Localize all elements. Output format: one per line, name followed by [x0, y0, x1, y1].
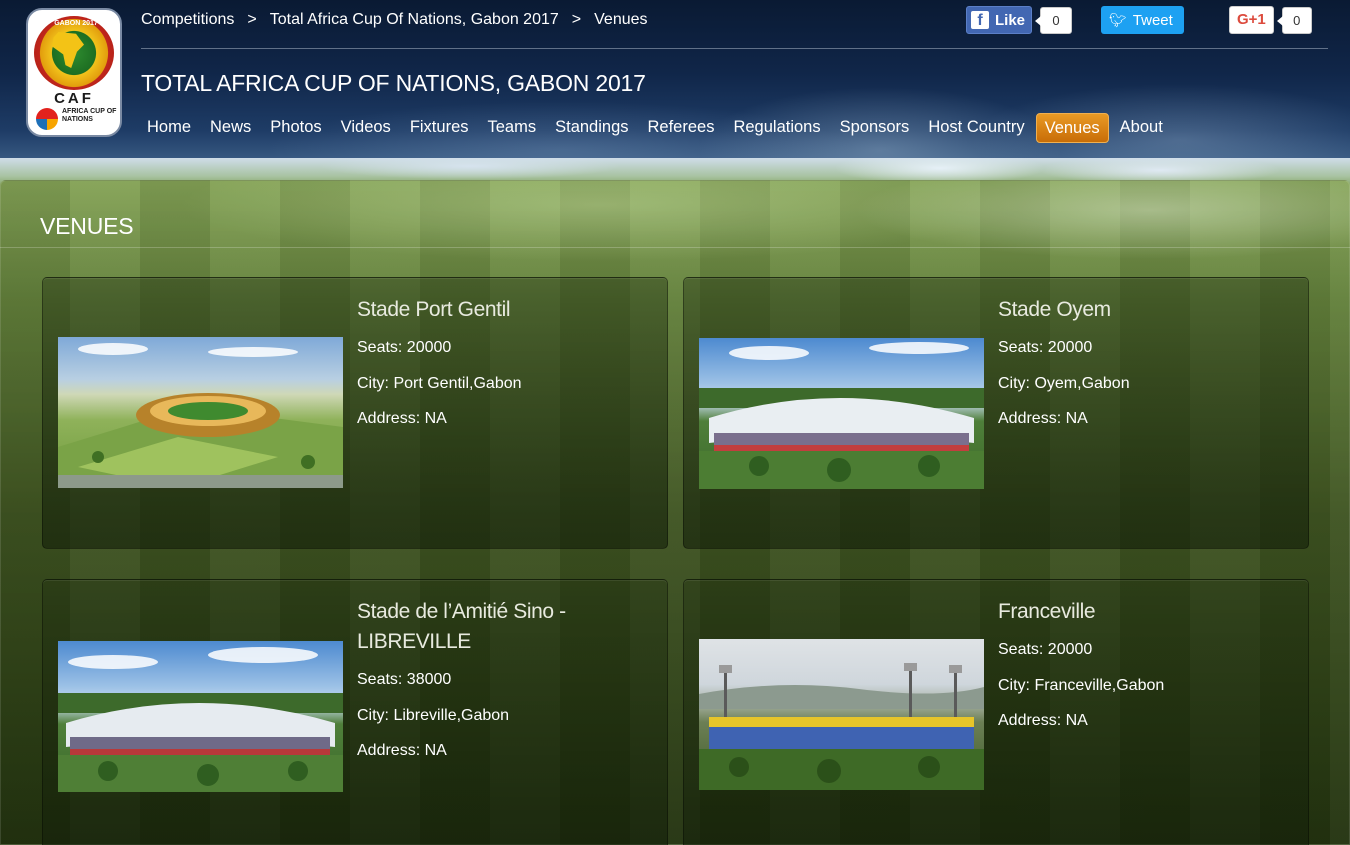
nav-about[interactable]: About	[1112, 113, 1171, 143]
nav-sponsors[interactable]: Sponsors	[832, 113, 918, 143]
venue-photo[interactable]	[699, 639, 984, 790]
breadcrumb: Competitions > Total Africa Cup Of Natio…	[141, 10, 648, 30]
site-header: GABON 2017 CAF AFRICA CUP OF NATIONS Com…	[0, 0, 1350, 163]
twitter-tweet: 🐦︎ Tweet	[1101, 6, 1184, 34]
breadcrumb-venues[interactable]: Venues	[594, 11, 647, 29]
header-divider	[141, 48, 1328, 49]
facebook-like-button[interactable]: f Like	[966, 6, 1033, 34]
logo-subtitle: AFRICA CUP OF NATIONS	[62, 108, 117, 123]
facebook-like-count: 0	[1035, 6, 1073, 34]
venue-photo[interactable]	[58, 337, 343, 488]
section-divider	[0, 247, 1350, 248]
nav-fixtures[interactable]: Fixtures	[402, 113, 477, 143]
venue-card[interactable]: Stade Oyem Seats: 20000 City: Oyem,Gabon…	[683, 277, 1309, 549]
venue-photo[interactable]	[58, 641, 343, 792]
total-logo-icon	[36, 108, 58, 130]
nav-regulations[interactable]: Regulations	[725, 113, 828, 143]
venue-city: City: Franceville,Gabon	[998, 677, 1165, 694]
venue-seats: Seats: 20000	[357, 339, 452, 356]
logo-brand: CAF	[54, 90, 94, 107]
nav-news[interactable]: News	[202, 113, 259, 143]
google-plus-button[interactable]: G+1	[1229, 6, 1274, 34]
venue-city: City: Oyem,Gabon	[998, 375, 1130, 392]
breadcrumb-competitions[interactable]: Competitions	[141, 11, 234, 29]
venue-name[interactable]: Stade de l’Amitié Sino - LIBREVILLE	[357, 597, 657, 657]
page-title: TOTAL AFRICA CUP OF NATIONS, GABON 2017	[141, 70, 646, 96]
tweet-label: Tweet	[1132, 11, 1173, 29]
venue-card[interactable]: Stade de l’Amitié Sino - LIBREVILLE Seat…	[42, 579, 668, 845]
nav-standings[interactable]: Standings	[547, 113, 636, 143]
venue-card[interactable]: Stade Port Gentil Seats: 20000 City: Por…	[42, 277, 668, 549]
twitter-bird-icon: 🐦︎	[1109, 11, 1127, 28]
logo-top-text: GABON 2017	[54, 20, 98, 27]
venue-photo[interactable]	[699, 338, 984, 489]
facebook-icon: f	[971, 11, 989, 29]
venue-seats: Seats: 20000	[998, 339, 1093, 356]
venue-city: City: Libreville,Gabon	[357, 707, 510, 724]
nav-teams[interactable]: Teams	[480, 113, 545, 143]
venue-address: Address: NA	[357, 742, 447, 759]
google-plus-count: 0	[1276, 6, 1312, 34]
caf-logo[interactable]: GABON 2017 CAF AFRICA CUP OF NATIONS	[26, 8, 122, 137]
stadium-illustration	[58, 393, 343, 488]
breadcrumb-separator: >	[571, 11, 582, 28]
nav-videos[interactable]: Videos	[333, 113, 399, 143]
venue-seats: Seats: 20000	[998, 641, 1093, 658]
nav-referees[interactable]: Referees	[640, 113, 723, 143]
nav-home[interactable]: Home	[139, 113, 199, 143]
venue-address: Address: NA	[998, 410, 1088, 427]
facebook-like-label: Like	[995, 11, 1026, 29]
venue-name[interactable]: Franceville	[998, 597, 1298, 627]
stadium-illustration	[58, 693, 343, 792]
nav-photos[interactable]: Photos	[262, 113, 329, 143]
venue-address: Address: NA	[357, 410, 447, 427]
venue-card[interactable]: Franceville Seats: 20000 City: Francevil…	[683, 579, 1309, 845]
venue-seats: Seats: 38000	[357, 671, 452, 688]
breadcrumb-separator: >	[247, 11, 257, 28]
venue-name[interactable]: Stade Oyem	[998, 295, 1298, 325]
tweet-button[interactable]: 🐦︎ Tweet	[1101, 6, 1184, 34]
venue-name[interactable]: Stade Port Gentil	[357, 295, 657, 325]
nav-venues[interactable]: Venues	[1035, 113, 1109, 143]
main-nav: Home News Photos Videos Fixtures Teams S…	[139, 113, 1174, 143]
stadium-illustration	[699, 388, 984, 489]
venue-city: City: Port Gentil,Gabon	[357, 375, 522, 392]
venue-address: Address: NA	[998, 712, 1088, 729]
google-plus: G+1 0	[1229, 6, 1312, 34]
facebook-like: f Like 0	[966, 6, 1073, 34]
stadium-illustration	[699, 663, 984, 790]
section-title: VENUES	[40, 213, 134, 239]
venues-section: VENUES Stade Port Gentil Seats: 20000 Ci…	[0, 180, 1350, 845]
breadcrumb-tournament[interactable]: Total Africa Cup Of Nations, Gabon 2017	[270, 11, 559, 29]
nav-host-country[interactable]: Host Country	[920, 113, 1032, 143]
